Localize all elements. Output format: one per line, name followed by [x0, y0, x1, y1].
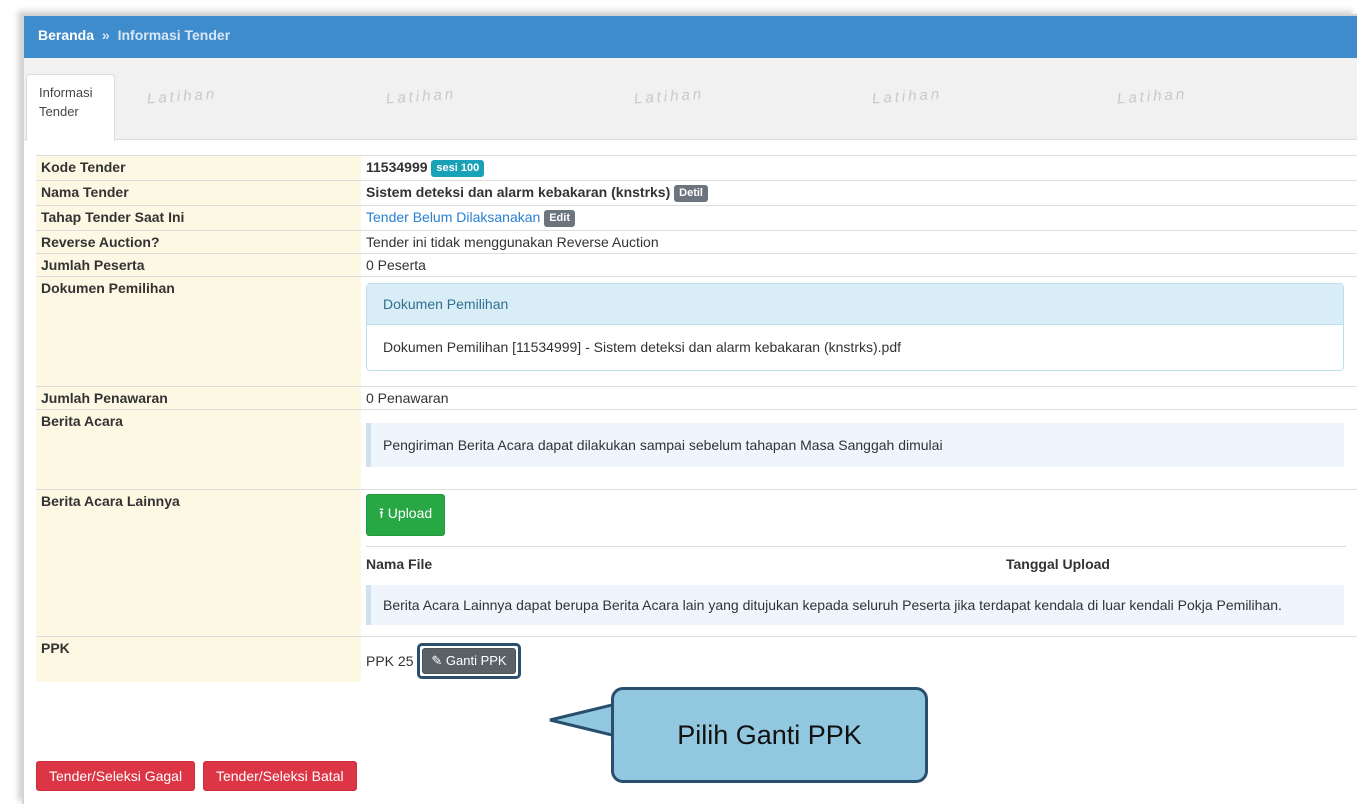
row-label: Kode Tender: [36, 155, 361, 181]
table-row: Berita Acara Lainnya ⭱ Upload Nama File …: [36, 489, 1357, 637]
table-row: Kode Tender 11534999 sesi 100: [36, 155, 1357, 181]
table-row: Berita Acara Pengiriman Berita Acara dap…: [36, 409, 1357, 490]
upload-icon: ⭱: [379, 505, 384, 521]
breadcrumb-separator: »: [101, 27, 110, 43]
instruction-callout: Pilih Ganti PPK: [611, 687, 928, 783]
callout-pointer: [549, 702, 618, 738]
row-value: Pengiriman Berita Acara dapat dilakukan …: [361, 409, 1357, 490]
file-table-header: Nama File Tanggal Upload: [366, 546, 1346, 581]
table-row: Jumlah Penawaran 0 Penawaran: [36, 386, 1357, 410]
tab-strip: Informasi Tender Latihan Latihan Latihan…: [24, 58, 1357, 141]
row-label: Tahap Tender Saat Ini: [36, 205, 361, 231]
row-value: PPK 25 ✎ Ganti PPK: [361, 636, 1357, 682]
breadcrumb-home[interactable]: Beranda: [38, 27, 94, 43]
tab-label-line1: Informasi: [39, 85, 93, 100]
tab-label-line2: Tender: [39, 104, 79, 119]
row-label: Jumlah Peserta: [36, 253, 361, 277]
col-header-file: Nama File: [366, 556, 433, 572]
dokumen-panel-title: Dokumen Pemilihan: [367, 284, 1343, 325]
row-value: 0 Penawaran: [361, 386, 1357, 410]
footer-actions: Tender/Seleksi Gagal Tender/Seleksi Bata…: [36, 761, 361, 791]
row-value: Tender Belum Dilaksanakan Edit: [361, 205, 1357, 231]
watermark: Latihan: [871, 85, 943, 108]
row-value: 11534999 sesi 100: [361, 155, 1357, 181]
tab-informasi-tender[interactable]: Informasi Tender: [26, 74, 115, 141]
ganti-ppk-label: Ganti PPK: [445, 653, 507, 668]
ppk-value: PPK 25: [366, 653, 414, 669]
table-row: Dokumen Pemilihan Dokumen Pemilihan Doku…: [36, 276, 1357, 387]
dokumen-file-link[interactable]: Dokumen Pemilihan [11534999] - Sistem de…: [367, 325, 1343, 370]
row-label: Dokumen Pemilihan: [36, 276, 361, 387]
row-label: Berita Acara Lainnya: [36, 489, 361, 637]
watermark: Latihan: [385, 85, 457, 108]
watermark: Latihan: [146, 85, 218, 108]
session-badge: sesi 100: [431, 160, 485, 177]
table-row: Jumlah Peserta 0 Peserta: [36, 253, 1357, 277]
row-value: 0 Peserta: [361, 253, 1357, 277]
table-row: PPK PPK 25 ✎ Ganti PPK: [36, 636, 1357, 682]
col-header-date: Tanggal Upload: [1006, 556, 1110, 572]
ganti-ppk-button[interactable]: ✎ Ganti PPK: [422, 648, 516, 674]
tahap-link[interactable]: Tender Belum Dilaksanakan: [366, 209, 540, 225]
row-value: Dokumen Pemilihan Dokumen Pemilihan [115…: [361, 276, 1357, 387]
table-row: Tahap Tender Saat Ini Tender Belum Dilak…: [36, 205, 1357, 231]
row-label: PPK: [36, 636, 361, 682]
nama-tender-value: Sistem deteksi dan alarm kebakaran (knst…: [366, 184, 671, 200]
edit-icon: ✎: [431, 653, 443, 668]
tender-info-table: Kode Tender 11534999 sesi 100 Nama Tende…: [36, 155, 1357, 682]
watermark: Latihan: [633, 85, 705, 108]
upload-button[interactable]: ⭱ Upload: [366, 494, 446, 536]
row-label: Reverse Auction?: [36, 230, 361, 254]
detil-badge[interactable]: Detil: [674, 185, 708, 202]
highlight-box: ✎ Ganti PPK: [417, 643, 521, 679]
tender-batal-button[interactable]: Tender/Seleksi Batal: [202, 761, 357, 791]
row-value: ⭱ Upload Nama File Tanggal Upload Berita…: [361, 489, 1357, 637]
berita-lainnya-note: Berita Acara Lainnya dapat berupa Berita…: [366, 585, 1344, 625]
edit-badge[interactable]: Edit: [544, 210, 575, 227]
kode-tender-value: 11534999: [366, 159, 428, 175]
breadcrumb-current: Informasi Tender: [117, 27, 231, 43]
row-value: Tender ini tidak menggunakan Reverse Auc…: [361, 230, 1357, 254]
table-row: Nama Tender Sistem deteksi dan alarm keb…: [36, 180, 1357, 206]
watermark: Latihan: [1116, 85, 1188, 108]
upload-label: Upload: [387, 505, 433, 521]
breadcrumb: Beranda » Informasi Tender: [24, 16, 1357, 58]
row-label: Jumlah Penawaran: [36, 386, 361, 410]
table-row: Reverse Auction? Tender ini tidak menggu…: [36, 230, 1357, 254]
tender-gagal-button[interactable]: Tender/Seleksi Gagal: [36, 761, 196, 791]
row-value: Sistem deteksi dan alarm kebakaran (knst…: [361, 180, 1357, 206]
row-label: Berita Acara: [36, 409, 361, 490]
berita-acara-note: Pengiriman Berita Acara dapat dilakukan …: [366, 423, 1344, 467]
row-label: Nama Tender: [36, 180, 361, 206]
dokumen-panel: Dokumen Pemilihan Dokumen Pemilihan [115…: [366, 283, 1344, 371]
